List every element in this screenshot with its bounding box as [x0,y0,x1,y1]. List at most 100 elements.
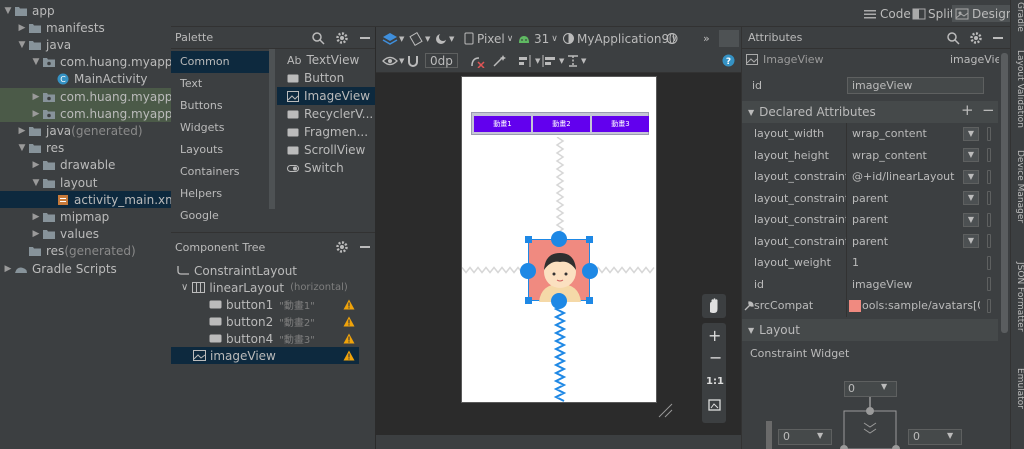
attribute-toggle[interactable] [987,298,991,313]
attribute-toggle[interactable] [987,277,991,291]
project-tree-item[interactable]: ▶ com.huang.myapplica [0,105,171,123]
image-view-preview[interactable] [528,239,590,302]
remove-attribute-icon[interactable]: − [982,101,995,119]
component-tree-item[interactable]: button4 "動畫3" [171,330,359,347]
attribute-row[interactable]: layout_width wrap_content ▼ [742,123,997,144]
palette-item[interactable]: Switch [277,159,375,177]
component-tree-item[interactable]: imageView [171,347,359,364]
chevron-down-icon[interactable]: ∨ [181,282,188,293]
attribute-row[interactable]: layout_constraintS... parent ▼ [742,231,997,252]
help-button[interactable]: ? [722,52,735,69]
attribute-value[interactable]: @+id/linearLayout [852,170,954,183]
chevron-down-icon[interactable]: ▼ [30,178,42,188]
warnings-toggle[interactable] [719,30,739,47]
margin-right-input[interactable]: 0 ▼ [908,429,962,445]
gear-icon[interactable] [335,240,349,254]
project-tree-item[interactable]: ▼ res [0,140,171,157]
preview-button[interactable]: 動畫1 [474,116,531,132]
dropdown-chevron-icon[interactable]: ▼ [963,191,979,205]
attribute-row[interactable]: layout_constraintB... parent ▼ [742,188,997,209]
minimize-icon[interactable] [359,31,371,45]
locale-button[interactable] [665,30,679,47]
attribute-value[interactable]: parent [852,192,888,205]
palette-item[interactable]: Button [277,69,375,87]
attribute-row[interactable]: layout_height wrap_content ▼ [742,145,997,166]
warning-icon[interactable] [343,316,355,327]
margin-left-input[interactable]: 0 ▼ [778,429,832,445]
attribute-toggle[interactable] [987,255,991,270]
clear-constraints-button[interactable] [469,52,485,69]
palette-scrollbar[interactable] [269,49,275,209]
api-selector[interactable]: 31 ∨ [517,30,558,47]
tool-window-tab[interactable]: Device Manager [1011,150,1024,223]
project-tree-item[interactable]: ▶ com.huang.myapplica [0,88,171,105]
resize-handle-tr[interactable] [586,236,593,243]
resize-handle-br[interactable] [586,297,593,304]
attribute-toggle[interactable] [987,212,991,227]
device-preview[interactable]: 動畫1 動畫2 動畫3 [461,76,657,403]
align-button[interactable]: ▼ [542,52,564,69]
chevron-right-icon[interactable]: ▶ [16,23,28,33]
design-mode-button[interactable]: Design [952,5,1017,22]
warning-icon[interactable] [343,299,355,310]
end-anchor-handle[interactable] [582,263,598,279]
design-surface-button[interactable]: ▼ [382,30,404,47]
chevron-right-icon[interactable]: ▶ [16,126,28,136]
chevron-right-icon[interactable]: ▶ [30,212,42,222]
component-tree-item[interactable]: button1 "動畫1" [171,296,359,313]
fit-screen-icon[interactable] [708,399,721,411]
linear-layout-preview[interactable]: 動畫1 動畫2 動畫3 [471,112,649,135]
preview-button[interactable]: 動畫2 [533,116,590,132]
attribute-value[interactable]: wrap_content [852,149,927,162]
dropdown-chevron-icon[interactable]: ▼ [963,148,979,162]
resize-handle-bl[interactable] [525,297,532,304]
minimize-icon[interactable] [359,240,371,254]
attribute-toggle[interactable] [987,234,991,248]
chevron-right-icon[interactable]: ▶ [30,160,42,170]
palette-category[interactable]: Containers [171,161,269,183]
project-tree-item[interactable]: C MainActivity [0,71,171,88]
project-tree-item[interactable]: ▶ Gradle Scripts [0,260,171,277]
dropdown-chevron-icon[interactable]: ▼ [963,234,979,248]
margin-top-input[interactable]: 0 ▼ [844,381,897,397]
palette-category[interactable]: Text [171,73,269,95]
top-anchor-handle[interactable] [551,231,567,247]
attribute-row[interactable]: id imageView [742,274,997,295]
split-mode-button[interactable]: Split [912,5,955,22]
palette-category[interactable]: Widgets [171,117,269,139]
palette-category[interactable]: Layouts [171,139,269,161]
project-tree-item[interactable]: ▼ java [0,36,171,53]
palette-category[interactable]: Buttons [171,95,269,117]
gear-icon[interactable] [969,31,983,45]
palette-item[interactable]: RecyclerV... [277,105,375,123]
tool-window-tab[interactable]: JSON Formatter [1011,262,1024,332]
chevron-down-icon[interactable]: ▼ [30,57,42,67]
project-tree-item[interactable]: ▼ com.huang.myapplica [0,54,171,71]
dropdown-chevron-icon[interactable]: ▼ [963,126,979,141]
infer-constraints-button[interactable] [492,52,506,69]
attribute-toggle[interactable] [987,148,991,162]
attribute-toggle[interactable] [987,191,991,205]
pack-button[interactable]: ▼ [518,52,540,69]
attribute-row[interactable]: layout_constraintE... parent ▼ [742,209,997,230]
autoconnect-button[interactable] [406,52,420,69]
pan-button[interactable] [702,294,726,318]
device-selector[interactable]: Pixel ∨ [464,30,513,47]
attribute-value[interactable]: parent [852,213,888,226]
palette-item[interactable]: ScrollView [277,141,375,159]
project-tree-item[interactable]: ▶ manifests [0,19,171,36]
tool-window-tab[interactable]: Gradle [1011,2,1024,32]
tool-window-tab[interactable]: Layout Validation [1011,50,1024,128]
project-tree-item[interactable]: ▶ mipmap [0,208,171,225]
attribute-row[interactable]: layout_weight 1 [742,252,997,273]
chevron-right-icon[interactable]: ▶ [30,109,42,119]
palette-category[interactable]: Helpers [171,183,269,205]
component-tree-item[interactable]: button2 "動畫2" [171,313,359,330]
warning-icon[interactable] [343,350,355,361]
zoom-out-icon[interactable]: − [709,348,722,367]
project-tree-item[interactable]: ▶ values [0,226,171,243]
preview-button[interactable]: 動畫3 [592,116,649,132]
scroll-thumb[interactable] [1001,53,1008,333]
orientation-button[interactable]: ▼ [408,30,430,47]
palette-item[interactable]: Ab TextView [277,51,375,69]
